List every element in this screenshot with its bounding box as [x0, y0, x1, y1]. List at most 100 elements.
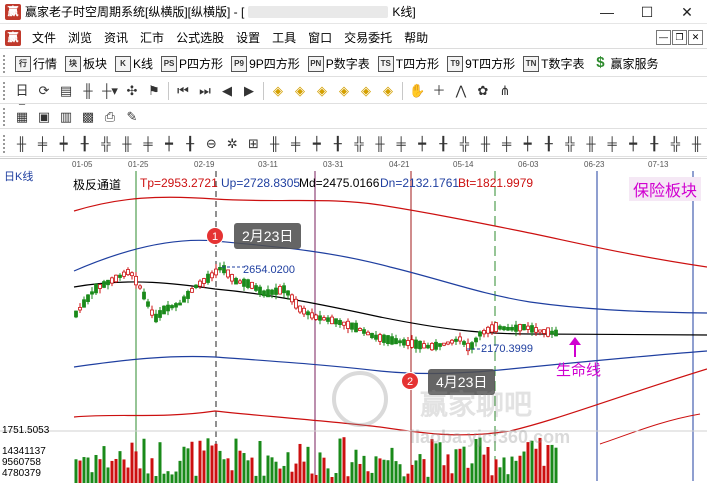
diamond-icon-3[interactable]: ◈ [314, 83, 330, 99]
toolbar-grip[interactable] [3, 134, 7, 153]
diamond-icon-5[interactable]: ◈ [358, 83, 374, 99]
bar-tool-icon-6[interactable]: ╫ [119, 136, 134, 152]
bar-tool-icon-11[interactable]: ╪ [288, 136, 303, 152]
bar-tool-icon-9[interactable]: ╂ [183, 136, 198, 152]
toolbar-grip[interactable] [3, 81, 7, 100]
bar-tool-icon-3[interactable]: ┿ [56, 136, 71, 152]
prev-icon[interactable]: ◀ [219, 83, 235, 99]
mdi-minimize-button[interactable]: — [656, 30, 671, 45]
menu-forex[interactable]: 汇市 [134, 27, 170, 49]
daily-period-dropdown[interactable]: 日▾ [14, 83, 30, 114]
bar-tool-icon-19[interactable]: ╬ [457, 136, 472, 152]
bar-tool-icon-23[interactable]: ╂ [541, 136, 556, 152]
save-icon[interactable]: ▩ [80, 109, 96, 125]
kline-chart-svg[interactable] [0, 159, 707, 486]
volume-bar [162, 473, 166, 483]
bar-tool-icon-7[interactable]: ╪ [140, 136, 155, 152]
minimize-button[interactable]: — [587, 0, 627, 24]
pitchfork-icon[interactable]: ⋔ [497, 83, 513, 99]
bar-tool-icon-26[interactable]: ╪ [605, 136, 620, 152]
close-button[interactable]: ✕ [667, 0, 707, 24]
t-number-table-button[interactable]: TN T数字表 [519, 53, 588, 75]
maximize-button[interactable]: ☐ [627, 0, 667, 24]
volume-bar [518, 455, 522, 483]
cross-tool-icon[interactable]: ✲ [225, 136, 240, 152]
menu-file[interactable]: 文件 [26, 27, 62, 49]
diamond-icon-6[interactable]: ◈ [380, 83, 396, 99]
bar-tool-icon-10[interactable]: ╫ [267, 136, 282, 152]
winner-service-button[interactable]: $ 赢家服务 [588, 53, 662, 75]
next-icon[interactable]: ▶ [241, 83, 257, 99]
menu-help[interactable]: 帮助 [398, 27, 434, 49]
table-icon[interactable]: ▥ [58, 109, 74, 125]
bar-tool-icon-20[interactable]: ╫ [478, 136, 493, 152]
candle-icon[interactable]: ╫ [80, 83, 96, 99]
line-draw-icon[interactable]: ⋀ [453, 83, 469, 99]
crosshair-icon[interactable]: ＋ [431, 83, 447, 99]
diamond-icon-1[interactable]: ◈ [270, 83, 286, 99]
bar-tool-icon-25[interactable]: ╫ [583, 136, 598, 152]
p9-square-button[interactable]: P9 9P四方形 [227, 53, 304, 75]
p-square-button[interactable]: PS P四方形 [157, 53, 227, 75]
volume-bar [226, 458, 230, 483]
sectors-button[interactable]: 块板块 [61, 53, 111, 75]
candle-body [506, 326, 510, 331]
indicator-icon[interactable]: ✣ [124, 83, 140, 99]
volume-bar [306, 446, 310, 483]
calculator-icon[interactable]: ▣ [36, 109, 52, 125]
bar-tool-icon-2[interactable]: ╪ [35, 136, 50, 152]
bar-tool-icon-16[interactable]: ╪ [394, 136, 409, 152]
shape-draw-icon[interactable]: ✿ [475, 83, 491, 99]
last-icon[interactable]: ⏭ [197, 83, 213, 99]
brush-icon[interactable]: ✎ [124, 109, 140, 125]
menu-tools[interactable]: 工具 [266, 27, 302, 49]
menu-window[interactable]: 窗口 [302, 27, 338, 49]
bar-tool-icon-27[interactable]: ┿ [626, 136, 641, 152]
bar-tool-icon-17[interactable]: ┿ [415, 136, 430, 152]
diamond-icon-4[interactable]: ◈ [336, 83, 352, 99]
calendar-icon[interactable]: ▦ [14, 109, 30, 125]
kline-button[interactable]: K K线 [111, 53, 157, 75]
bar-style-icon[interactable]: ┼▾ [102, 83, 118, 99]
p-number-table-button[interactable]: PN P数字表 [304, 53, 374, 75]
bar-tool-icon-30[interactable]: ╫ [689, 136, 704, 152]
refresh-icon[interactable]: ⟳ [36, 83, 52, 99]
bar-tool-icon-14[interactable]: ╬ [351, 136, 366, 152]
bar-tool-icon-28[interactable]: ╂ [647, 136, 662, 152]
chart-type-icon[interactable]: ▤ [58, 83, 74, 99]
quotes-button[interactable]: 行行情 [11, 53, 61, 75]
hand-icon[interactable]: ✋ [409, 83, 425, 99]
first-icon[interactable]: ⏮ [175, 83, 191, 99]
menu-trading[interactable]: 交易委托 [338, 27, 398, 49]
bar-tool-icon-1[interactable]: ╫ [14, 136, 29, 152]
diamond-icon-2[interactable]: ◈ [292, 83, 308, 99]
bar-tool-icon-22[interactable]: ┿ [520, 136, 535, 152]
menu-browse[interactable]: 浏览 [62, 27, 98, 49]
volume-bar [218, 450, 222, 483]
grid-tool-icon[interactable]: ⊞ [246, 136, 261, 152]
ellipse-tool-icon[interactable]: ⊖ [204, 136, 219, 152]
bar-tool-icon-5[interactable]: ╬ [98, 136, 113, 152]
kline-chart-panel[interactable]: 01-05 01-25 02-19 03-11 03-31 04-21 05-1… [0, 158, 707, 486]
t9-square-button[interactable]: T9 9T四方形 [443, 53, 519, 75]
bar-tool-icon-29[interactable]: ╬ [668, 136, 683, 152]
menu-formula-screener[interactable]: 公式选股 [170, 27, 230, 49]
mdi-close-button[interactable]: ✕ [688, 30, 703, 45]
toolbar-grip[interactable] [3, 107, 7, 126]
bar-tool-icon-12[interactable]: ┿ [309, 136, 324, 152]
bar-tool-icon-8[interactable]: ┿ [162, 136, 177, 152]
toolbar-grip[interactable] [3, 54, 7, 73]
t-square-button[interactable]: TS T四方形 [374, 53, 443, 75]
tp-value: Tp=2953.2721 [140, 176, 218, 190]
print-icon[interactable]: ⎙ [102, 109, 118, 125]
bar-tool-icon-13[interactable]: ╂ [330, 136, 345, 152]
flag-icon[interactable]: ⚑ [146, 83, 162, 99]
bar-tool-icon-21[interactable]: ╪ [499, 136, 514, 152]
menu-news[interactable]: 资讯 [98, 27, 134, 49]
bar-tool-icon-24[interactable]: ╬ [562, 136, 577, 152]
mdi-restore-button[interactable]: ❐ [672, 30, 687, 45]
bar-tool-icon-18[interactable]: ╂ [436, 136, 451, 152]
bar-tool-icon-15[interactable]: ╫ [372, 136, 387, 152]
menu-settings[interactable]: 设置 [230, 27, 266, 49]
bar-tool-icon-4[interactable]: ╂ [77, 136, 92, 152]
